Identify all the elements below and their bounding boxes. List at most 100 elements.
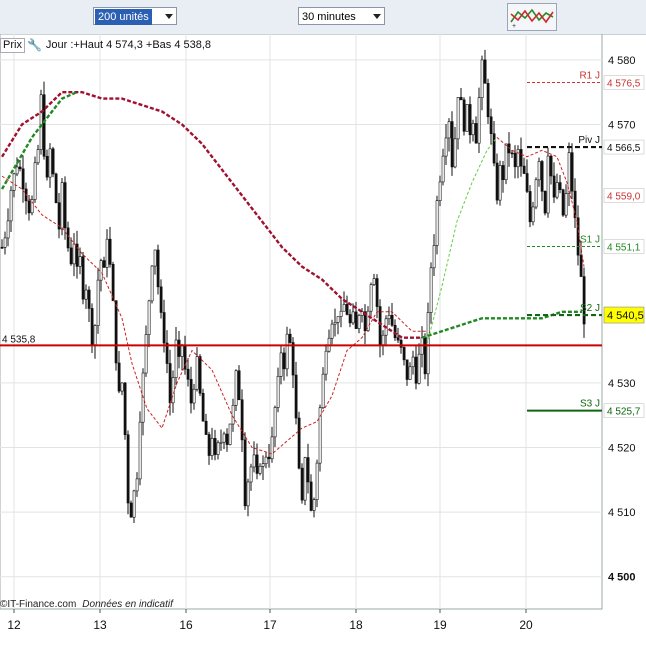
candle-body <box>291 342 295 376</box>
candle-body <box>12 173 16 191</box>
candle-body <box>105 238 109 268</box>
candle-body <box>201 392 205 422</box>
candle-body <box>258 465 262 474</box>
interval-select[interactable]: 30 minutes <box>298 7 385 25</box>
candle-body <box>333 322 337 325</box>
candle-body <box>285 333 289 370</box>
candle-body <box>252 454 256 468</box>
candle-body <box>225 433 229 445</box>
candle-body <box>246 481 250 507</box>
candle-body <box>45 155 49 178</box>
interval-select-value: 30 minutes <box>302 11 356 23</box>
candle-body <box>231 404 235 425</box>
y-tick-label: 4 570 <box>608 119 636 131</box>
candle-body <box>573 190 577 219</box>
candle-body <box>450 121 454 168</box>
candle-body <box>462 99 466 132</box>
candle-body <box>204 420 208 435</box>
candle-body <box>0 246 4 249</box>
candle-body <box>282 352 286 370</box>
candle-body <box>93 325 97 345</box>
candle-body <box>489 116 493 134</box>
candle-body <box>390 314 394 326</box>
candle-body <box>525 173 529 192</box>
candle-body <box>189 379 193 404</box>
candle-body <box>516 149 520 168</box>
candle-body <box>159 286 163 313</box>
candle-body <box>375 278 379 307</box>
candle-body <box>531 206 535 223</box>
candle-body <box>486 83 490 118</box>
price-chart[interactable]: 4 580 4 570 4 530 4 520 4 510 4 500 12 13 16 17 18… <box>0 33 646 640</box>
candle-body <box>405 359 409 380</box>
candle-body <box>465 104 469 132</box>
pivot-name: Piv J <box>578 135 600 146</box>
prix-label[interactable]: Prix <box>0 37 25 53</box>
candle-body <box>456 97 460 140</box>
candle-body <box>447 121 451 139</box>
candle-body <box>54 173 58 203</box>
candle-body <box>117 362 121 392</box>
x-tick-label: 18 <box>349 618 363 632</box>
candle-body <box>321 373 325 409</box>
copyright-text: ©IT-Finance.com <box>0 599 77 610</box>
candle-body <box>354 311 358 329</box>
y-tick-label: 4 580 <box>608 55 636 67</box>
candle-body <box>192 388 196 404</box>
chart-area[interactable]: 4 580 4 570 4 530 4 520 4 510 4 500 12 13 16 17 18… <box>0 33 646 640</box>
indicators-icon: + <box>510 8 554 30</box>
candle-body <box>306 457 310 483</box>
candle-body <box>63 182 67 229</box>
candle-body <box>240 399 244 441</box>
candle-body <box>438 181 442 201</box>
candle-body <box>561 189 565 216</box>
candle-body <box>162 312 166 344</box>
candle-body <box>108 238 112 265</box>
y-tick-label: 4 520 <box>608 442 636 454</box>
candle-body <box>435 200 439 246</box>
candle-body <box>264 456 268 464</box>
candle-body <box>558 182 562 190</box>
units-select-value: 200 unités <box>95 9 152 25</box>
candle-body <box>408 366 412 380</box>
units-select[interactable]: 200 unités <box>93 7 177 25</box>
indicators-button[interactable]: + <box>507 3 557 31</box>
wrench-icon[interactable]: 🔧 <box>27 38 42 52</box>
candle-body <box>6 220 10 239</box>
candle-body <box>195 356 199 390</box>
candle-body <box>540 161 544 192</box>
candle-body <box>570 152 574 192</box>
y-tick-label: 4 530 <box>608 378 636 390</box>
candle-body <box>270 436 274 460</box>
x-tick-label: 12 <box>7 618 21 632</box>
candle-body <box>555 182 559 198</box>
candle-body <box>102 260 106 268</box>
candle-body <box>27 200 31 214</box>
candle-body <box>48 148 52 178</box>
candle-body <box>330 323 334 339</box>
x-tick-label: 19 <box>433 618 447 632</box>
candle-body <box>471 123 475 136</box>
chevron-down-icon <box>165 14 173 19</box>
candle-body <box>147 300 151 335</box>
candle-body <box>36 149 40 164</box>
candle-body <box>381 334 385 345</box>
candle-body <box>423 337 427 375</box>
toolbar: 200 unités 30 minutes + <box>0 0 646 35</box>
footer: ©IT-Finance.com Données en indicatif <box>0 599 173 610</box>
candle-body <box>219 441 223 444</box>
last-price-value: 4 540,5 <box>607 310 644 322</box>
candle-body <box>273 407 277 438</box>
candle-body <box>357 315 361 329</box>
candle-body <box>114 300 118 364</box>
y-tick-label: 4 510 <box>608 507 636 519</box>
candle-body <box>501 165 505 180</box>
chevron-down-icon <box>373 14 381 19</box>
candle-body <box>549 155 553 177</box>
candle-body <box>60 182 64 230</box>
x-tick-label: 13 <box>93 618 107 632</box>
candle-body <box>324 350 328 375</box>
candle-body <box>42 94 46 157</box>
candle-body <box>99 260 103 281</box>
candle-body <box>123 382 127 436</box>
